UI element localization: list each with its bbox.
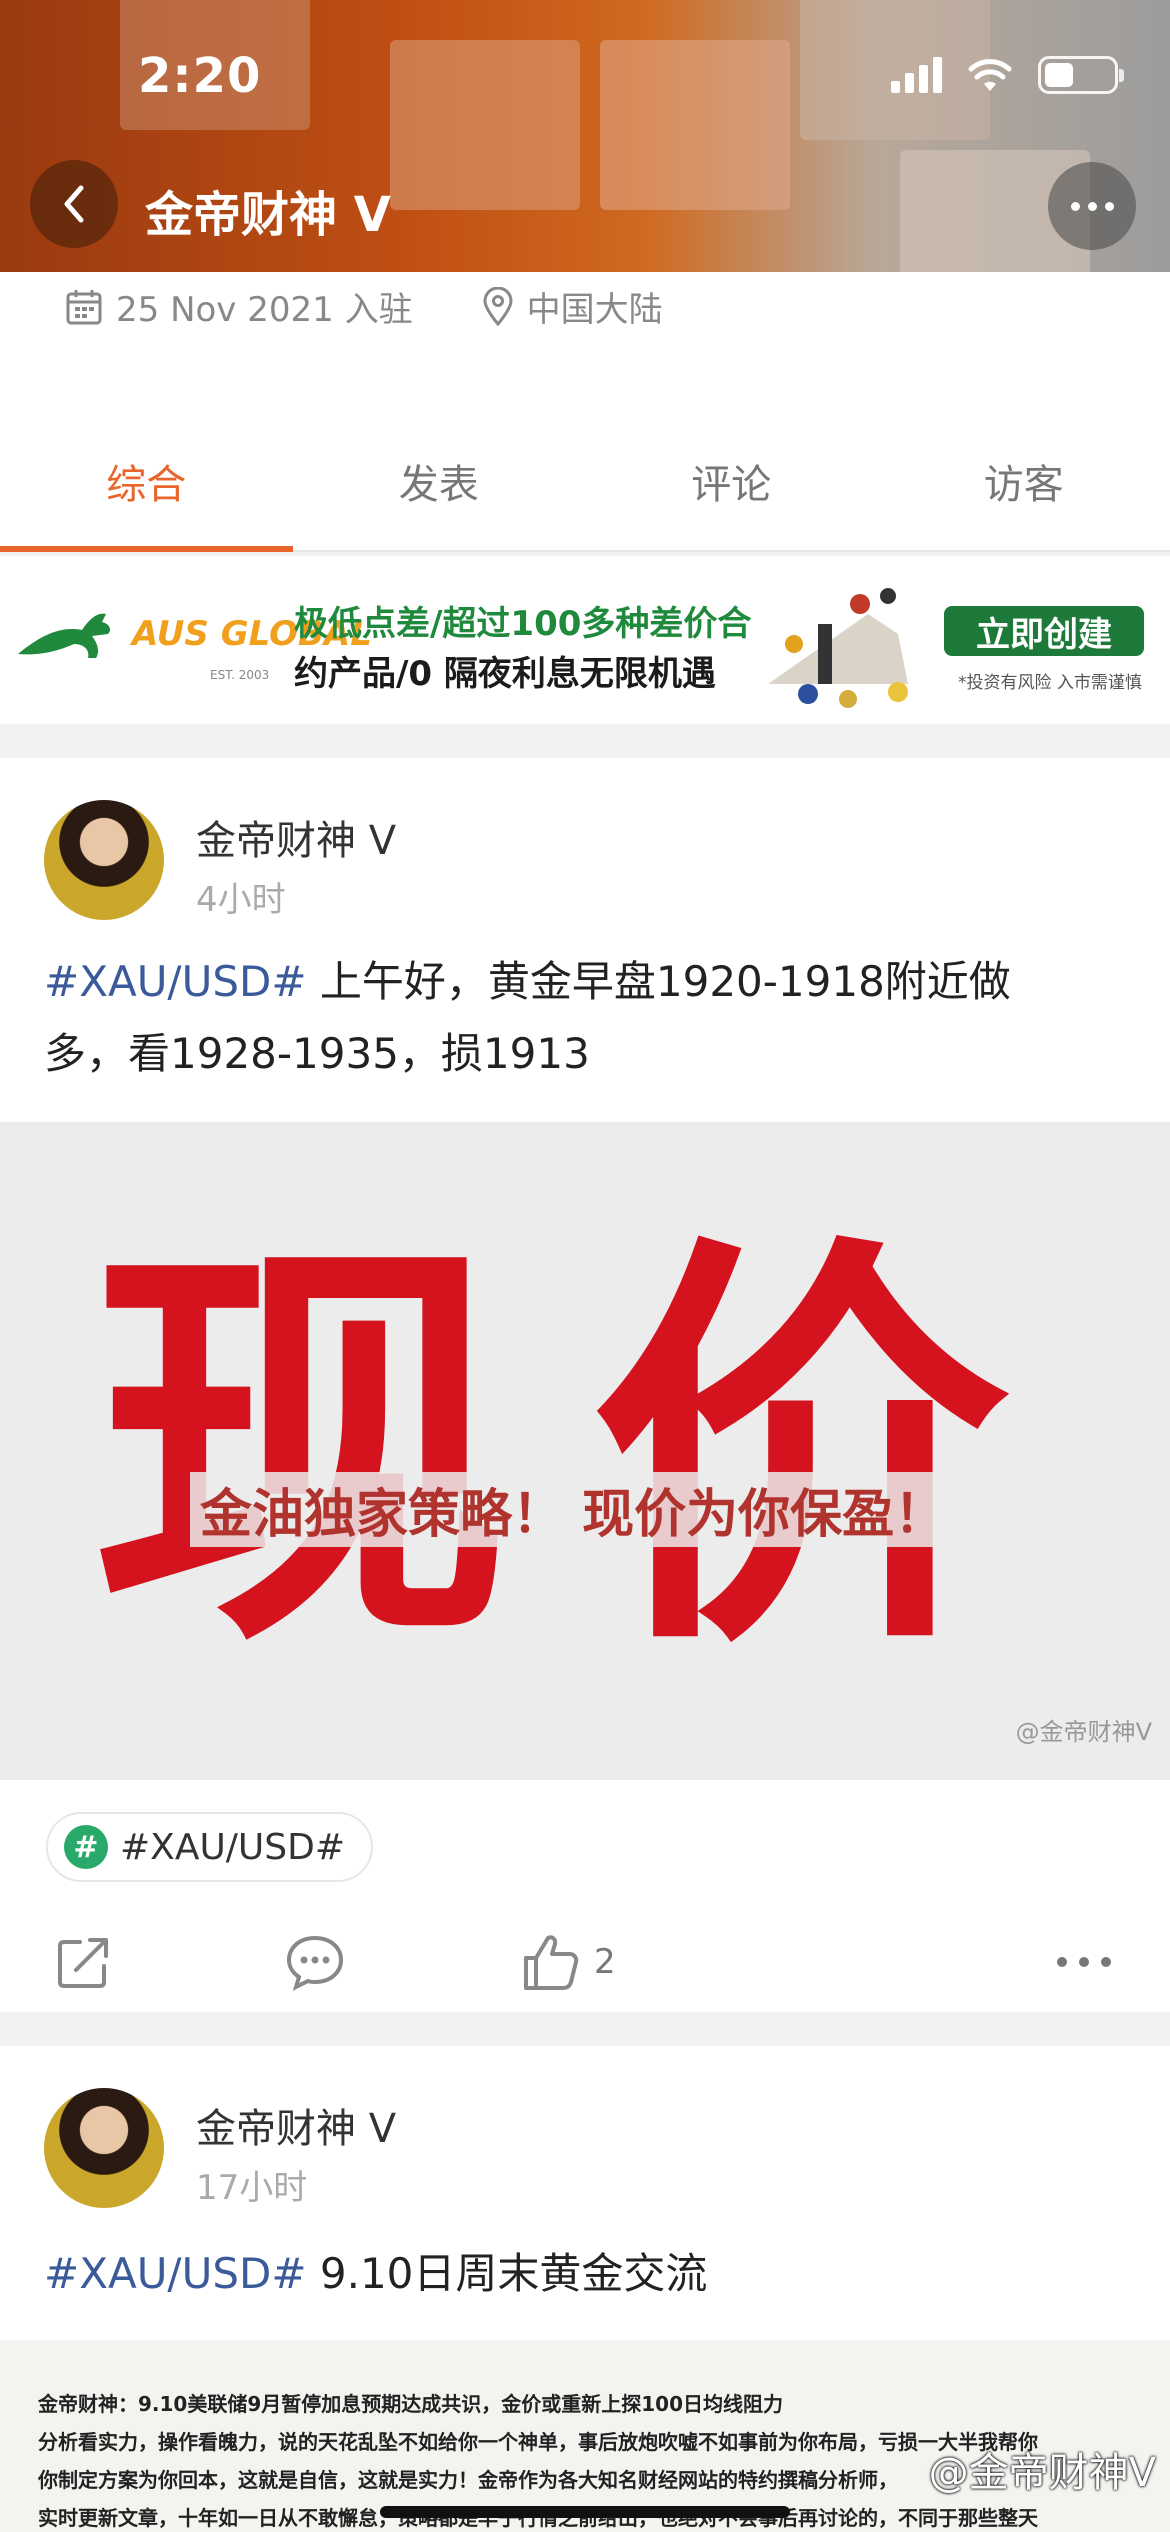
post-image[interactable]: 金帝财神：9.10美联储9月暂停加息预期达成共识，金价或重新上探100日均线阻力… — [0, 2340, 1170, 2532]
ad-risk-note: *投资有风险 入市需谨慎 — [958, 673, 1142, 693]
document-text-line: 分析看实力，操作看魄力，说的天花乱坠不如给你一个神单，事后放炮吹嘘不如事前为你布… — [38, 2430, 1038, 2454]
thumbs-up-icon — [524, 1935, 579, 1990]
hashtag-icon: # — [64, 1825, 108, 1869]
like-button[interactable]: 2 — [520, 1932, 616, 1992]
wifi-icon — [968, 59, 1012, 91]
document-text-line: 金帝财神：9.10美联储9月暂停加息预期达成共识，金价或重新上探100日均线阻力 — [38, 2392, 784, 2416]
ellipsis-icon — [1057, 1957, 1111, 1967]
image-big-char-left: 现 — [90, 1207, 510, 1696]
ad-product-collage — [768, 588, 908, 708]
hashtag-link[interactable]: #XAU/USD# — [44, 2249, 307, 2298]
post-text[interactable]: #XAU/USD# 9.10日周末黄金交流 — [44, 2238, 1126, 2310]
post-card[interactable]: 金帝财神 V 17小时 #XAU/USD# 9.10日周末黄金交流 — [0, 2046, 1170, 2340]
like-count: 2 — [594, 1942, 616, 1982]
share-icon — [58, 1938, 108, 1988]
back-button[interactable] — [30, 160, 118, 248]
comment-button[interactable] — [284, 1932, 346, 1992]
share-button[interactable] — [54, 1932, 114, 1992]
tab-posts[interactable]: 发表 — [293, 412, 586, 550]
avatar[interactable] — [44, 2088, 164, 2208]
tab-visitors[interactable]: 访客 — [878, 412, 1170, 550]
post-image[interactable]: 现 价 金油独家策略！ 现价为你保盈！ @金帝财神V — [0, 1122, 1170, 1780]
calendar-icon — [66, 289, 102, 324]
battery-icon — [1038, 56, 1124, 94]
location-text: 中国大陆 — [526, 290, 663, 330]
avatar[interactable] — [44, 800, 164, 920]
cover-photo-tile — [390, 40, 580, 210]
document-text-line: 你制定方案为你回本，这就是自信，这就是实力！金帝作为各大知名财经网站的特约撰稿分… — [38, 2468, 898, 2492]
joined-date: 25 Nov 2021 入驻 — [116, 290, 413, 330]
ad-cta-button[interactable]: 立即创建 — [944, 606, 1144, 656]
cover-photo-tile — [600, 40, 790, 210]
ad-headline-1: 极低点差/超过100多种差价合 — [294, 604, 752, 644]
status-time: 2:20 — [138, 48, 262, 104]
post-author[interactable]: 金帝财神 V — [196, 808, 396, 866]
status-icons — [891, 56, 1124, 94]
ad-headline-2: 约产品/0 隔夜利息无限机遇 — [294, 654, 716, 694]
post-text[interactable]: #XAU/USD# 上午好，黄金早盘1920-1918附近做 多，看1928-1… — [44, 946, 1126, 1090]
chevron-left-icon — [64, 185, 84, 223]
post-time: 4小时 — [196, 880, 286, 920]
post-actions: 2 — [0, 1912, 1170, 2012]
topic-chip-label: #XAU/USD# — [120, 1826, 346, 1868]
home-indicator — [380, 2506, 790, 2518]
hashtag-link[interactable]: #XAU/USD# — [44, 957, 307, 1006]
ad-brand-est: EST. 2003 — [210, 668, 270, 682]
image-big-char-right: 价 — [590, 1207, 1010, 1696]
image-watermark: @金帝财神V — [1015, 1718, 1152, 1746]
kangaroo-logo-icon — [18, 613, 110, 658]
signal-icon — [891, 57, 942, 93]
location-pin-icon — [483, 286, 513, 326]
tab-comments[interactable]: 评论 — [585, 412, 878, 550]
post-more-button[interactable] — [1054, 1954, 1114, 1970]
ad-banner[interactable]: AUS GLOBAL EST. 2003 极低点差/超过100多种差价合 约产品… — [0, 556, 1170, 724]
more-dots-icon — [1070, 201, 1080, 211]
page-title: 金帝财神 V — [145, 187, 391, 243]
comment-icon — [286, 1935, 344, 1991]
post-time: 17小时 — [196, 2168, 308, 2208]
profile-header: 2:20 金帝财神 V — [0, 0, 1170, 272]
topic-chip[interactable]: # #XAU/USD# — [46, 1812, 374, 1882]
image-watermark: @金帝财神V — [928, 2450, 1156, 2496]
tab-overview[interactable]: 综合 — [0, 412, 293, 552]
post-author[interactable]: 金帝财神 V — [196, 2096, 396, 2154]
image-caption: 金油独家策略！ 现价为你保盈！ — [190, 1472, 957, 1547]
more-options-button[interactable] — [1048, 162, 1136, 250]
profile-tabs: 综合 发表 评论 访客 — [0, 412, 1170, 552]
